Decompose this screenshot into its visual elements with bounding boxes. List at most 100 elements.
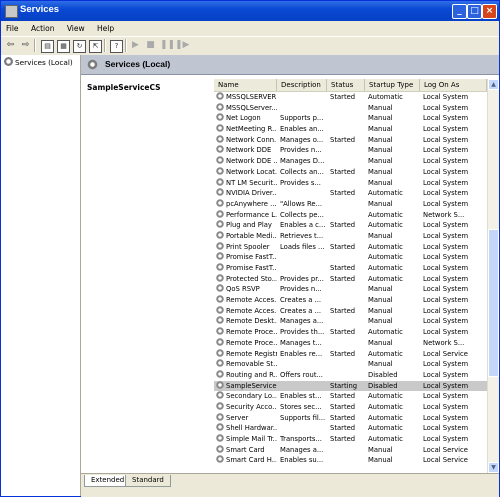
- service-row[interactable]: Smart Card H... Enables su... Manual Local …: [214, 455, 487, 466]
- refresh-icon[interactable]: ↻: [73, 40, 86, 53]
- menu-file[interactable]: File: [1, 23, 24, 34]
- service-name-cell: Simple Mail Tr...: [216, 434, 277, 445]
- service-row[interactable]: pcAnywhere ... "Allows Re... Manual Local S…: [214, 198, 487, 210]
- service-startup-cell: Manual: [368, 231, 393, 240]
- menu-view[interactable]: View: [62, 23, 90, 34]
- service-row[interactable]: Network Locat... Collects an... Started Man…: [214, 166, 487, 178]
- pause-icon[interactable]: ❚❚: [160, 40, 175, 51]
- forward-icon[interactable]: ⇨: [20, 40, 31, 51]
- service-gear-icon: [216, 316, 224, 325]
- start-icon[interactable]: ▶: [130, 40, 141, 51]
- service-row[interactable]: Remote Acces... Creates a ... Started Manua…: [214, 305, 487, 317]
- service-logon-cell: Local System: [423, 231, 469, 240]
- service-startup-cell: Automatic: [368, 189, 403, 198]
- service-row[interactable]: Promise FastT... Started Automatic Local Sy…: [214, 263, 487, 274]
- service-startup-cell: Manual: [368, 338, 393, 347]
- vertical-scrollbar[interactable]: ▲ ▼: [487, 79, 499, 473]
- maximize-button[interactable]: □: [467, 4, 482, 19]
- scroll-up-arrow-icon[interactable]: ▲: [488, 79, 499, 90]
- service-row[interactable]: Remote Proce... Manages t... Manual Network…: [214, 337, 487, 349]
- column-header-startup-type[interactable]: Startup Type: [365, 79, 420, 91]
- service-row[interactable]: NT LM Securit... Provides s... Manual Local…: [214, 177, 487, 189]
- minimize-button[interactable]: _: [452, 4, 467, 19]
- service-status-cell: Started: [330, 306, 356, 315]
- service-desc-cell: [280, 359, 327, 370]
- service-name-cell: Remote Registry: [216, 348, 277, 360]
- service-status-cell: Started: [330, 93, 356, 101]
- stop-icon[interactable]: ■: [145, 40, 156, 51]
- scroll-down-arrow-icon[interactable]: ▼: [488, 462, 499, 473]
- menu-help[interactable]: Help: [92, 23, 119, 34]
- service-name-cell: Network DDE: [216, 145, 277, 156]
- service-name-cell: MSSQLServer...: [216, 102, 277, 114]
- service-row[interactable]: Promise FastT... Automatic Local System: [214, 252, 487, 263]
- back-icon[interactable]: ⇦: [5, 40, 16, 51]
- service-row[interactable]: Remote Acces... Creates a ... Manual Local …: [214, 295, 487, 306]
- service-status-cell: Started: [330, 221, 356, 230]
- service-row[interactable]: Net Logon Supports p... Manual Local System: [214, 113, 487, 124]
- show-hide-tree-icon[interactable]: ▤: [41, 40, 54, 53]
- service-row[interactable]: Simple Mail Tr... Transports... Started Aut…: [214, 434, 487, 445]
- column-header-description[interactable]: Description: [277, 79, 327, 91]
- service-row[interactable]: Secondary Lo... Enables st... Started Autom…: [214, 391, 487, 402]
- service-startup-cell: Disabled: [368, 370, 398, 379]
- service-logon-cell: Local Service: [423, 456, 468, 465]
- service-startup-cell: Manual: [368, 199, 393, 208]
- service-row[interactable]: Protected Sto... Provides pr... Started Aut…: [214, 273, 487, 285]
- service-startup-cell: Manual: [368, 146, 393, 155]
- services-app-icon: [5, 5, 18, 18]
- service-row[interactable]: Security Acco... Stores sec... Started Auto…: [214, 401, 487, 413]
- service-row[interactable]: Shell Hardwar... Started Automatic Local Sy…: [214, 423, 487, 434]
- close-button[interactable]: ×: [482, 4, 497, 19]
- service-row[interactable]: Print Spooler Loads files ... Started Autom…: [214, 241, 487, 253]
- service-desc-cell: Manages a...: [280, 317, 324, 326]
- service-gear-icon: [216, 177, 224, 186]
- column-header-status[interactable]: Status: [327, 79, 365, 91]
- service-row[interactable]: QoS RSVP Provides n... Manual Local System: [214, 284, 487, 295]
- service-row[interactable]: SampleService... Starting Disabled Local Sy…: [214, 380, 487, 392]
- help-icon[interactable]: ?: [110, 40, 123, 53]
- service-desc-cell: Creates a ...: [280, 296, 322, 305]
- service-startup-cell: Automatic: [368, 93, 403, 101]
- service-row[interactable]: Portable Medi... Retrieves t... Manual Loca…: [214, 230, 487, 242]
- column-header-log-on-as[interactable]: Log On As: [420, 79, 487, 91]
- service-status-cell: [330, 103, 365, 114]
- menu-action[interactable]: Action: [26, 23, 60, 34]
- service-logon-cell: Local System: [423, 381, 469, 390]
- tree-node-services-local[interactable]: Services (Local): [4, 57, 73, 67]
- service-status-cell: [330, 178, 365, 189]
- service-row[interactable]: NetMeeting R... Enables an... Manual Local …: [214, 124, 487, 135]
- service-desc-cell: [280, 252, 327, 263]
- service-row[interactable]: Remote Registry Enables re... Started Autom…: [214, 348, 487, 360]
- service-desc-cell: Offers rout...: [280, 370, 323, 379]
- service-row[interactable]: Remote Proce... Provides th... Started Auto…: [214, 327, 487, 338]
- service-gear-icon: [216, 113, 224, 122]
- service-desc-cell: [280, 263, 327, 274]
- service-status-cell: Started: [330, 274, 356, 283]
- tab-standard[interactable]: Standard: [125, 475, 171, 487]
- service-logon-cell: Local System: [423, 317, 469, 326]
- restart-icon[interactable]: ❚▶: [175, 40, 189, 51]
- service-row[interactable]: MSSQLSERVER Started Automatic Local System: [214, 92, 487, 103]
- export-list-icon[interactable]: ⇱: [89, 40, 102, 53]
- service-row[interactable]: Network DDE ... Manages D... Manual Local S…: [214, 156, 487, 167]
- service-row[interactable]: Server Supports fil... Started Automatic Loc…: [214, 412, 487, 424]
- service-row[interactable]: Network Conn... Manages o... Started Manual…: [214, 134, 487, 146]
- service-desc-cell: Manages a...: [280, 445, 324, 454]
- service-row[interactable]: Routing and R... Offers rout... Disabled Lo…: [214, 369, 487, 381]
- service-row[interactable]: Removable St... Manual Local System: [214, 359, 487, 370]
- service-row[interactable]: NVIDIA Driver... Started Automatic Local Sy…: [214, 188, 487, 199]
- service-row[interactable]: Performance L... Collects pe... Automatic N…: [214, 209, 487, 221]
- service-status-cell: [330, 445, 365, 456]
- service-row[interactable]: Remote Deskt... Manages a... Manual Local S…: [214, 316, 487, 327]
- service-gear-icon: [216, 124, 224, 133]
- service-row[interactable]: Smart Card Manages a... Manual Local Servic…: [214, 444, 487, 456]
- service-row[interactable]: Plug and Play Enables a c... Started Automa…: [214, 220, 487, 231]
- service-row[interactable]: Network DDE Provides n... Manual Local Syst…: [214, 145, 487, 156]
- column-header-name[interactable]: Name: [214, 79, 277, 91]
- service-logon-cell: Local System: [423, 167, 469, 176]
- service-row[interactable]: MSSQLServer... Manual Local System: [214, 102, 487, 114]
- properties-icon[interactable]: ▦: [57, 40, 70, 53]
- scroll-thumb[interactable]: [488, 229, 499, 377]
- title-bar[interactable]: Services _ □ ×: [1, 1, 499, 21]
